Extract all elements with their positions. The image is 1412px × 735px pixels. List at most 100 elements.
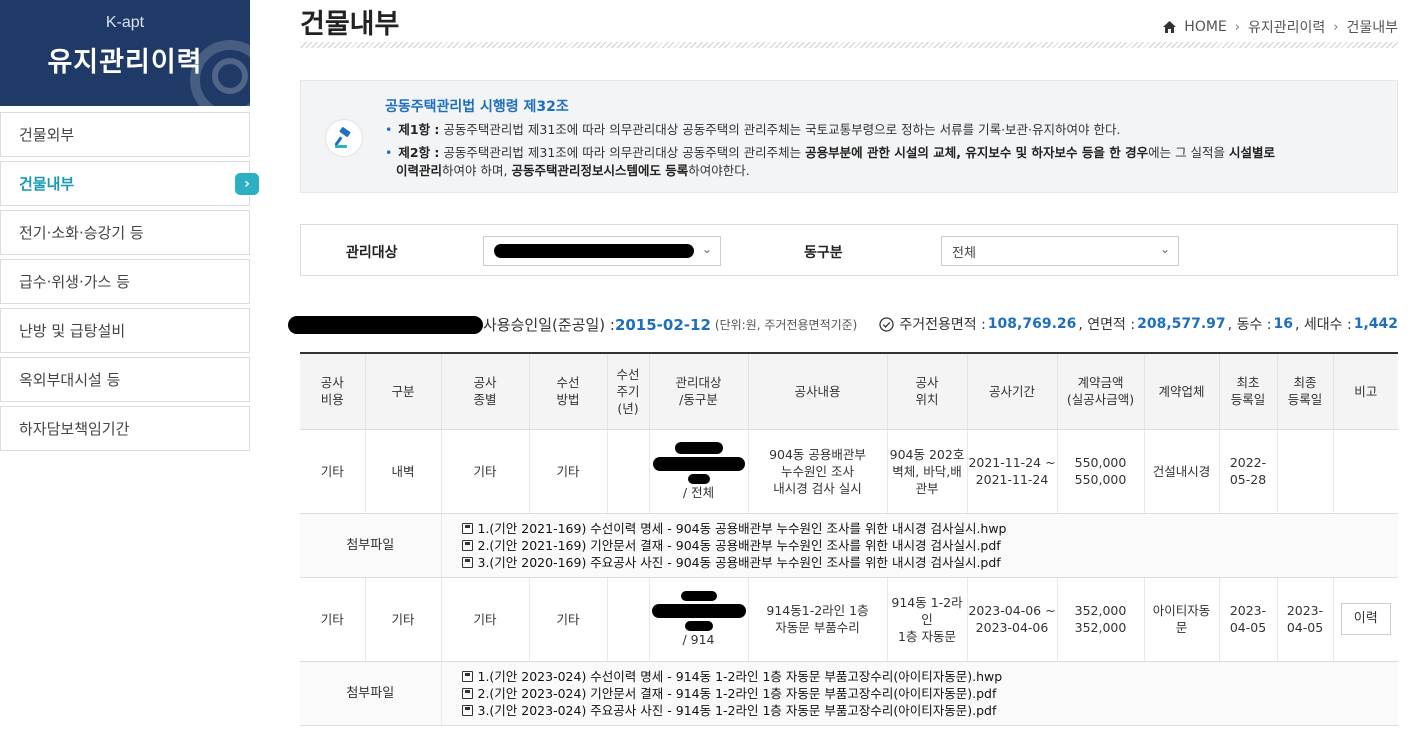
cell-content: 904동 공용배관부 누수원인 조사 내시경 검사 실시: [747, 429, 887, 514]
cell-method: 기타: [528, 429, 607, 514]
header-content: 공사내용: [747, 352, 887, 430]
chevron-down-icon: ⌄: [1159, 242, 1170, 256]
check-circle-icon: [879, 316, 894, 332]
floppy-icon: [461, 704, 473, 716]
cell-content: 914동1-2라인 1층 자동문 부품수리: [747, 577, 887, 662]
attachment-link[interactable]: 2.(기안 2023-024) 기안문서 결재 - 914동 1-2라인 1층 …: [461, 685, 1399, 702]
redacted-block: [288, 315, 483, 334]
cell-period: 2021-11-24 ~ 2021-11-24: [966, 429, 1057, 514]
sidebar-item-interior[interactable]: 건물내부 ›: [0, 161, 259, 206]
attachment-link[interactable]: 1.(기안 2023-024) 수선이력 명세 - 914동 1-2라인 1층 …: [461, 668, 1399, 685]
cell-cost: 기타: [300, 577, 365, 662]
sidebar-item-electric[interactable]: 전기·소화·승강기 등: [0, 210, 250, 255]
chevron-right-icon: ›: [235, 173, 259, 195]
redacted-block: [684, 620, 713, 631]
chevron-right-icon: ›: [1333, 19, 1339, 35]
dong-select[interactable]: 전체 ⌄: [941, 236, 1179, 266]
dong-select-value: 전체: [952, 245, 976, 261]
dong-label: 동구분: [804, 245, 843, 261]
cell-type: 기타: [440, 429, 529, 514]
cell-company: 아이티자동 문: [1143, 577, 1219, 662]
sidebar-menu: 건물외부 건물내부 › 전기·소화·승강기 등 급수·위생·가스 등 난방 및 급…: [0, 112, 259, 451]
household-label: , 세대수 :: [1294, 317, 1352, 333]
floppy-icon: [461, 670, 473, 682]
clause-1-text: 공동주택관리법 제31조에 따라 의무관리대상 공동주택의 관리주체는 국토교통…: [439, 122, 1121, 137]
sidebar-item-warranty[interactable]: 하자담보책임기간: [0, 406, 250, 451]
cell-location: 914동 1-2라인 1층 자동문: [886, 577, 967, 662]
attachment-link[interactable]: 2.(기안 2021-169) 기안문서 결재 - 904동 공용배관부 누수원…: [461, 537, 1399, 554]
area-label: 주거전용면적 :: [899, 317, 986, 333]
header-type: 공사 종별: [440, 352, 529, 430]
cell-note: [1332, 429, 1398, 514]
header-note: 비고: [1332, 352, 1398, 430]
bullet-icon: •: [385, 122, 393, 137]
clause-2-text-e: 이력관리: [396, 163, 443, 178]
attachment-filename: 3.(기안 2020-169) 주요공사 사진 - 904동 공용배관부 누수원…: [477, 554, 1001, 570]
filter-box: 관리대상 ⌄ 동구분 전체 ⌄: [300, 224, 1398, 276]
sidebar-title: 유지관리이력: [47, 47, 203, 78]
cell-dong: / 전체: [682, 484, 715, 500]
cell-method: 기타: [528, 577, 607, 662]
breadcrumb-current: 건물내부: [1346, 20, 1398, 36]
sidebar: K-apt 유지관리이력 건물외부 건물내부 › 전기·소화·승강기 등 급수·위…: [0, 0, 259, 455]
attachment-link[interactable]: 3.(기안 2020-169) 주요공사 사진 - 904동 공용배관부 누수원…: [461, 554, 1399, 571]
table-row: 기타 내벽 기타 기타 / 전체 904동 공용배관부 누수원인 조사 내시경 …: [300, 429, 1398, 514]
header-category: 구분: [364, 352, 441, 430]
summary-left: 사용승인일(준공일) : 2015-02-12 (단위:원, 주거전용면적기준): [288, 314, 858, 335]
cell-amount: 352,000 352,000: [1056, 577, 1144, 662]
sidebar-item-outdoor[interactable]: 옥외부대시설 등: [0, 357, 250, 402]
sidebar-item-label: 난방 및 급탕설비: [19, 322, 126, 340]
redacted-block: [687, 473, 710, 484]
attachment-filename: 2.(기안 2021-169) 기안문서 결재 - 904동 공용배관부 누수원…: [477, 537, 1001, 553]
header-cost: 공사 비용: [300, 352, 365, 430]
header-period: 공사기간: [966, 352, 1057, 430]
attachment-filename: 1.(기안 2023-024) 수선이력 명세 - 914동 1-2라인 1층 …: [477, 668, 1003, 684]
cell-company: 건설내시경: [1143, 429, 1219, 514]
sidebar-item-heating[interactable]: 난방 및 급탕설비: [0, 308, 250, 353]
attachment-filename: 1.(기안 2021-169) 수선이력 명세 - 904동 공용배관부 누수원…: [477, 520, 1007, 536]
cell-cycle: [606, 577, 649, 662]
floppy-icon: [461, 556, 473, 568]
law-clause-1: • 제1항 : 공동주택관리법 제31조에 따라 의무관리대상 공동주택의 관리주…: [385, 121, 1345, 139]
header-target: 관리대상 /동구분: [648, 352, 748, 430]
attachment-link[interactable]: 3.(기안 2023-024) 주요공사 사진 - 914동 1-2라인 1층 …: [461, 702, 1399, 719]
cell-period: 2023-04-06 ~ 2023-04-06: [966, 577, 1057, 662]
cell-note: 이력: [1332, 577, 1398, 662]
sidebar-header: K-apt 유지관리이력: [0, 0, 250, 106]
chevron-down-icon: ⌄: [701, 242, 712, 256]
approval-date: 2015-02-12: [614, 315, 711, 334]
home-icon: [1163, 21, 1177, 33]
redacted-block: [674, 441, 723, 454]
cell-dong: / 914: [682, 631, 715, 647]
breadcrumb-home[interactable]: HOME: [1184, 19, 1226, 35]
breadcrumb-history[interactable]: 유지관리이력: [1248, 17, 1325, 37]
cell-last-date: 2023- 04-05: [1276, 577, 1333, 662]
attachment-list: 1.(기안 2021-169) 수선이력 명세 - 904동 공용배관부 누수원…: [440, 513, 1399, 578]
history-button[interactable]: 이력: [1340, 603, 1391, 635]
attachment-row: 첨부파일 1.(기안 2023-024) 수선이력 명세 - 914동 1-2라…: [300, 661, 1399, 726]
law-title: 공동주택관리법 시행령 제32조: [385, 99, 569, 115]
target-select[interactable]: ⌄: [483, 236, 721, 266]
cell-cost: 기타: [300, 429, 365, 514]
clause-2-text-a: 공동주택관리법 제31조에 따라 의무관리대상 공동주택의 관리주체는: [439, 145, 806, 160]
redacted-target: [650, 441, 748, 484]
cell-amount: 550,000 550,000: [1056, 429, 1144, 514]
maintenance-table: 공사 비용 구분 공사 종별 수선 방법 수선 주기 (년) 관리대상 /동구분…: [300, 352, 1398, 726]
clause-2-text-f: 하여야 하며,: [442, 163, 512, 178]
sidebar-item-label: 하자담보책임기간: [19, 420, 130, 438]
attachment-link[interactable]: 1.(기안 2021-169) 수선이력 명세 - 904동 공용배관부 누수원…: [461, 520, 1399, 537]
clause-2-label: 제2항 :: [398, 145, 440, 160]
dong-count-value: 16: [1273, 316, 1293, 332]
floppy-icon: [461, 522, 473, 534]
dong-count-label: , 동수 :: [1227, 317, 1272, 333]
sidebar-item-water[interactable]: 급수·위생·가스 등: [0, 259, 250, 304]
cell-category: 기타: [364, 577, 441, 662]
clause-2-text-c: 에는 그 실적을: [1148, 145, 1230, 160]
attachment-label: 첨부파일: [300, 661, 441, 726]
redacted-block: [652, 456, 745, 471]
unit-note: (단위:원, 주거전용면적기준): [714, 318, 858, 332]
sidebar-item-exterior[interactable]: 건물외부: [0, 112, 250, 157]
target-label: 관리대상: [346, 245, 398, 261]
approval-label: 사용승인일(준공일) :: [483, 316, 615, 334]
clause-2-text-b: 공용부분에 관한 시설의 교체, 유지보수 및 하자보수 등을 한 경우: [805, 145, 1149, 160]
